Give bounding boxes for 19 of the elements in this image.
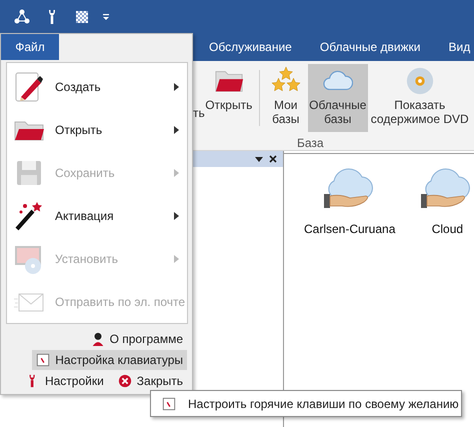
ribbon-tab[interactable]: Облачные движки bbox=[308, 33, 433, 61]
menu-item[interactable]: Активация bbox=[7, 194, 187, 237]
item-label[interactable]: Cloud bbox=[432, 222, 464, 236]
ribbon-button[interactable]: Открыть bbox=[204, 64, 253, 132]
ribbon-button[interactable]: Облачные базы bbox=[308, 64, 368, 132]
item-label[interactable]: Carlsen-Curuana bbox=[304, 222, 396, 236]
ribbon-button[interactable]: ть bbox=[193, 64, 205, 132]
menu-footer-button[interactable]: Настройка клавиатуры bbox=[32, 350, 187, 370]
menu-item[interactable]: Создать bbox=[7, 65, 187, 108]
menu-footer-button[interactable]: Настройки bbox=[22, 371, 108, 391]
ribbon-button[interactable]: Мои базы bbox=[266, 64, 306, 132]
menu-footer-button[interactable]: О программе bbox=[86, 329, 187, 349]
ribbon-tab[interactable]: Обслуживание bbox=[197, 33, 304, 61]
group-label: База bbox=[297, 136, 324, 150]
menu-item[interactable]: Открыть bbox=[7, 108, 187, 151]
tooltip-text: Настроить горячие клавиши по своему желанию bbox=[188, 396, 459, 410]
ribbon-tab[interactable]: Вид bbox=[436, 33, 474, 61]
ribbon-button[interactable]: Показать содержимое DVD bbox=[368, 64, 472, 132]
file-tab[interactable]: Файл bbox=[1, 34, 59, 60]
